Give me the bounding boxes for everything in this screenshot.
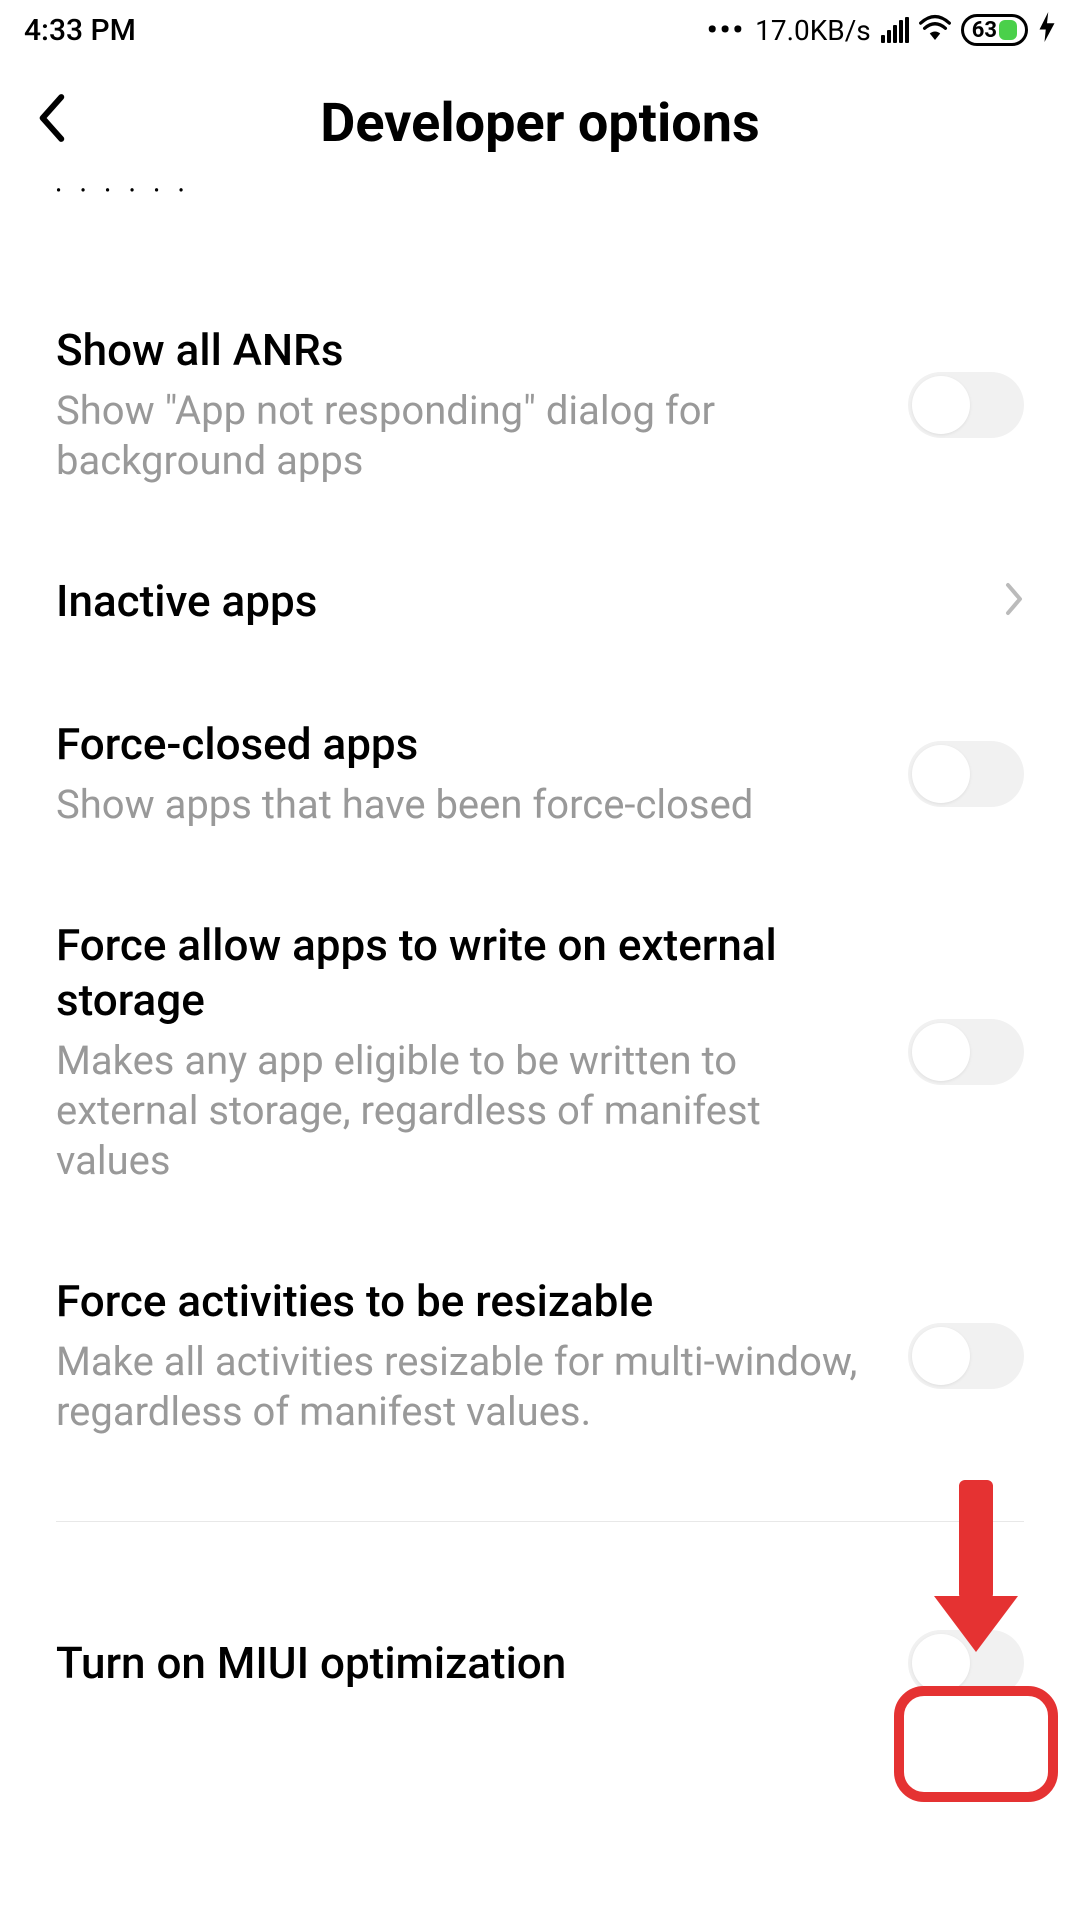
setting-subtitle: Makes any app eligible to be written to … [56,1036,878,1186]
setting-title: Show all ANRs [56,323,878,378]
toggle-force-allow-external-storage[interactable] [908,1019,1024,1085]
setting-force-activities-resizable[interactable]: Force activities to be resizable Make al… [56,1230,1024,1481]
setting-miui-optimization[interactable]: Turn on MIUI optimization [56,1586,1024,1740]
chevron-right-icon [1004,576,1024,628]
status-bar: 4:33 PM ••• 17.0KB/s 63 [0,0,1080,60]
annotation-arrow-icon [934,1480,1018,1652]
app-header: Developer options [0,60,1080,186]
network-speed: 17.0KB/s [755,14,871,47]
toggle-show-all-anrs[interactable] [908,372,1024,438]
page-title: Developer options [320,92,760,155]
battery-indicator: 63 [961,14,1028,46]
setting-title: Turn on MIUI optimization [56,1636,878,1691]
charging-icon [1038,12,1056,49]
status-time: 4:33 PM [24,13,136,48]
battery-percent: 63 [972,18,997,43]
setting-force-allow-external-storage[interactable]: Force allow apps to write on external st… [56,874,1024,1230]
setting-title: Force allow apps to write on external st… [56,918,878,1028]
setting-inactive-apps[interactable]: Inactive apps [56,530,1024,673]
setting-show-all-anrs[interactable]: Show all ANRs Show "App not responding" … [56,279,1024,530]
wifi-icon [919,13,951,48]
setting-title: Force activities to be resizable [56,1274,878,1329]
toggle-force-closed-apps[interactable] [908,741,1024,807]
cellular-signal-icon [881,17,909,43]
status-right: ••• 17.0KB/s 63 [707,12,1056,49]
setting-force-closed-apps[interactable]: Force-closed apps Show apps that have be… [56,673,1024,874]
setting-title: Force-closed apps [56,717,878,772]
back-button[interactable] [28,90,76,156]
setting-title: Inactive apps [56,574,974,629]
setting-subtitle: Make all activities resizable for multi-… [56,1337,878,1437]
settings-list[interactable]: Show all ANRs Show "App not responding" … [0,199,1080,1522]
toggle-force-activities-resizable[interactable] [908,1323,1024,1389]
more-icon: ••• [707,13,745,48]
setting-subtitle: Show apps that have been force-closed [56,780,878,830]
setting-subtitle: Show "App not responding" dialog for bac… [56,386,878,486]
